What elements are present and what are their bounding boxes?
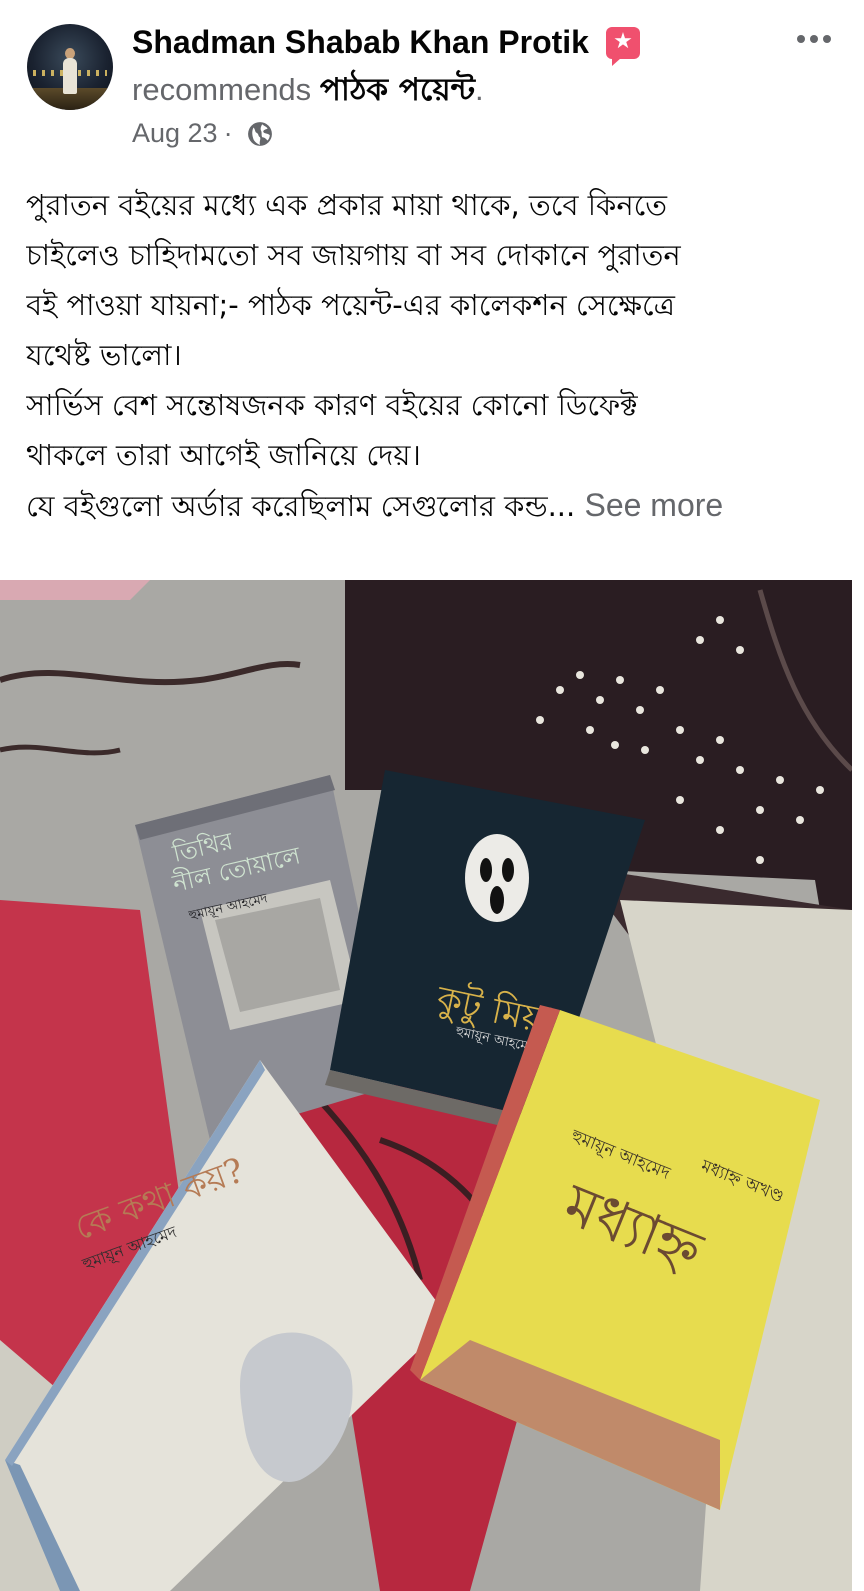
- page-name-link[interactable]: পাঠক পয়েন্ট: [320, 72, 475, 108]
- more-options-icon: [797, 35, 831, 43]
- post-text-line: থাকলে তারা আগেই জানিয়ে দেয়।: [26, 438, 421, 472]
- recommends-text: recommends: [132, 72, 312, 107]
- page-name-suffix: .: [475, 72, 484, 107]
- post-text-line: চাইলেও চাহিদামতো সব জায়গায় বা সব দোকান…: [26, 238, 681, 272]
- globe-icon[interactable]: [247, 121, 273, 147]
- post-text-line: পুরাতন বইয়ের মধ্যে এক প্রকার মায়া থাকে…: [26, 188, 668, 222]
- post-text-last-line: যে বইগুলো অর্ডার করেছিলাম সেগুলোর কন্ড..…: [26, 480, 836, 531]
- author-name[interactable]: Shadman Shabab Khan Protik: [132, 24, 589, 61]
- post-text-line: বই পাওয়া যায়না;- পাঠক পয়েন্ট-এর কালেক…: [26, 288, 675, 322]
- recommends-line: recommends পাঠক পয়েন্ট.: [132, 66, 484, 118]
- more-options-button[interactable]: [792, 24, 836, 54]
- post-text-line: সার্ভিস বেশ সন্তোষজনক কারণ বইয়ের কোনো ড…: [26, 388, 638, 422]
- author-avatar[interactable]: [27, 24, 113, 110]
- post-text-line: যথেষ্ট ভালো।: [26, 338, 182, 372]
- bedsheet-stripe: [0, 580, 150, 600]
- post-text-line: যে বইগুলো অর্ডার করেছিলাম সেগুলোর কন্ড..…: [26, 489, 576, 523]
- see-more-link[interactable]: See more: [584, 487, 723, 523]
- post-meta: Aug 23 ·: [132, 118, 273, 149]
- post-date[interactable]: Aug 23: [132, 118, 218, 149]
- post-photo[interactable]: তিথির নীল তোয়ালে হুমায়ূন আহমেদ কুটু মি…: [0, 580, 852, 1591]
- facebook-post: Shadman Shabab Khan Protik ★ recommends …: [0, 0, 864, 1591]
- recommendation-badge-icon: ★: [606, 27, 640, 66]
- avatar-person-body: [63, 58, 77, 94]
- post-text: পুরাতন বইয়ের মধ্যে এক প্রকার মায়া থাকে…: [26, 180, 836, 531]
- meta-separator: ·: [223, 118, 233, 148]
- photo-books-on-bedsheet: তিথির নীল তোয়ালে হুমায়ূন আহমেদ কুটু মি…: [0, 580, 852, 1591]
